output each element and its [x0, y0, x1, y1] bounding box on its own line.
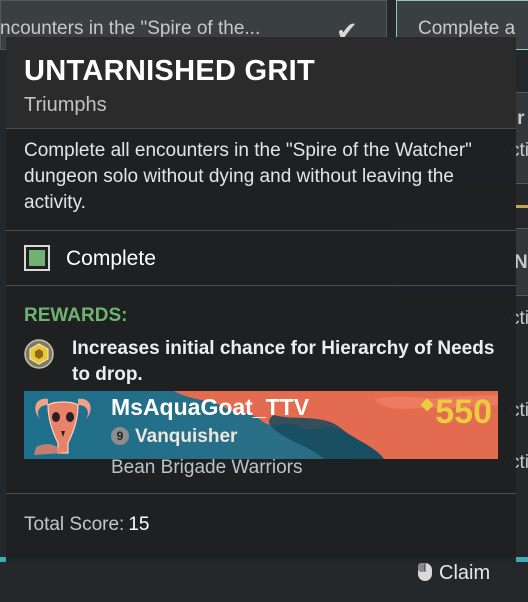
divider — [6, 285, 516, 286]
power-diamond-icon: ◆ — [420, 396, 434, 413]
triumph-tooltip: UNTARNISHED GRIT Triumphs Complete all e… — [6, 37, 516, 562]
objective-checkbox — [24, 245, 50, 271]
background-mid-text: N — [514, 252, 528, 273]
power-value: 550 — [435, 393, 492, 431]
checkbox-complete-fill — [29, 250, 45, 266]
claim-label: Claim — [439, 562, 491, 584]
claim-button[interactable]: Claim — [417, 560, 490, 585]
tooltip-header: UNTARNISHED GRIT Triumphs — [6, 37, 516, 129]
tooltip-title: UNTARNISHED GRIT — [24, 55, 316, 87]
tooltip-subtitle: Triumphs — [24, 94, 107, 116]
total-score: Total Score: 15 — [24, 514, 149, 536]
tooltip-description: Complete all encounters in the "Spire of… — [24, 140, 472, 213]
total-score-label: Total Score: — [24, 514, 125, 535]
power-level: ◆550 — [421, 393, 492, 432]
player-clan: Bean Brigade Warriors — [111, 457, 303, 478]
background-divider — [516, 205, 528, 208]
reward-description: Increases initial chance for Hierarchy o… — [72, 338, 495, 385]
player-banner[interactable]: MsAquaGoat_TTV 9 Vanquisher ◆550 — [24, 391, 498, 459]
rewards-heading: REWARDS: — [24, 305, 128, 326]
divider — [6, 493, 516, 494]
ram-skull-icon — [34, 398, 91, 455]
player-title: 9 Vanquisher — [111, 426, 237, 448]
player-name: MsAquaGoat_TTV — [111, 394, 310, 420]
objective-label: Complete — [66, 247, 156, 270]
title-gild-count: 9 — [111, 427, 129, 445]
player-title-text: Vanquisher — [135, 426, 238, 447]
mouse-icon — [418, 563, 432, 581]
hierarchy-emblem-icon — [24, 339, 54, 369]
divider — [6, 230, 516, 231]
total-score-value: 15 — [128, 514, 150, 535]
